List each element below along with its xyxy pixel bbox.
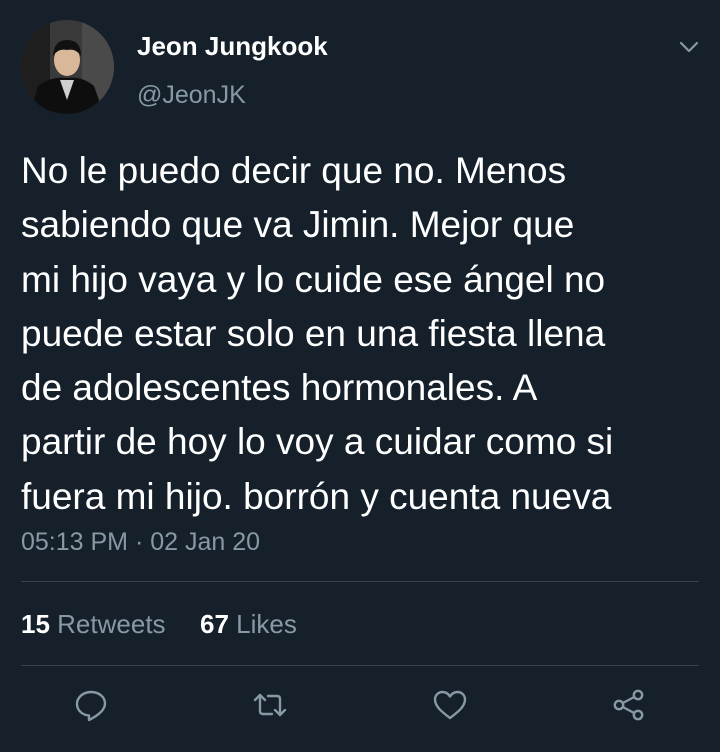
retweet-button[interactable] — [252, 687, 288, 723]
tweet-text: No le puedo decir que no. Menos sabiendo… — [21, 144, 711, 524]
tweet-stats: 15 Retweets 67 Likes — [21, 609, 297, 640]
retweets-stat[interactable]: 15 Retweets — [21, 609, 173, 639]
divider — [21, 581, 699, 582]
avatar[interactable] — [20, 20, 114, 114]
display-name[interactable]: Jeon Jungkook — [137, 31, 328, 62]
tweet-text-line: de adolescentes hormonales. A — [21, 367, 538, 409]
tweet-text-line: mi hijo vaya y lo cuide ese ángel no — [21, 258, 606, 300]
retweet-icon — [253, 693, 287, 717]
tweet-text-line: partir de hoy lo voy a cuidar como si — [21, 421, 614, 463]
like-button[interactable] — [432, 687, 468, 723]
reply-icon — [75, 690, 107, 722]
like-icon — [433, 690, 467, 720]
tweet-timestamp[interactable]: 05:13 PM · 02 Jan 20 — [21, 528, 260, 557]
tweet-text-line: fuera mi hijo. borrón y cuenta nueva — [21, 475, 612, 517]
avatar-image — [20, 20, 114, 114]
likes-count: 67 — [200, 609, 229, 639]
likes-stat[interactable]: 67 Likes — [193, 609, 297, 639]
reply-button[interactable] — [73, 687, 109, 723]
divider — [21, 665, 699, 666]
retweets-label: Retweets — [57, 609, 166, 639]
likes-label: Likes — [236, 609, 297, 639]
share-button[interactable] — [611, 687, 647, 723]
tweet-text-line: No le puedo decir que no. Menos — [21, 150, 567, 191]
tweet-text-line: sabiendo que va Jimin. Mejor que — [21, 204, 575, 246]
tweet-text-line: puede estar solo en una fiesta llena — [21, 312, 606, 354]
retweets-count: 15 — [21, 609, 50, 639]
share-icon — [613, 689, 644, 721]
chevron-down-icon[interactable] — [677, 38, 701, 56]
user-handle[interactable]: @JeonJK — [137, 81, 246, 110]
